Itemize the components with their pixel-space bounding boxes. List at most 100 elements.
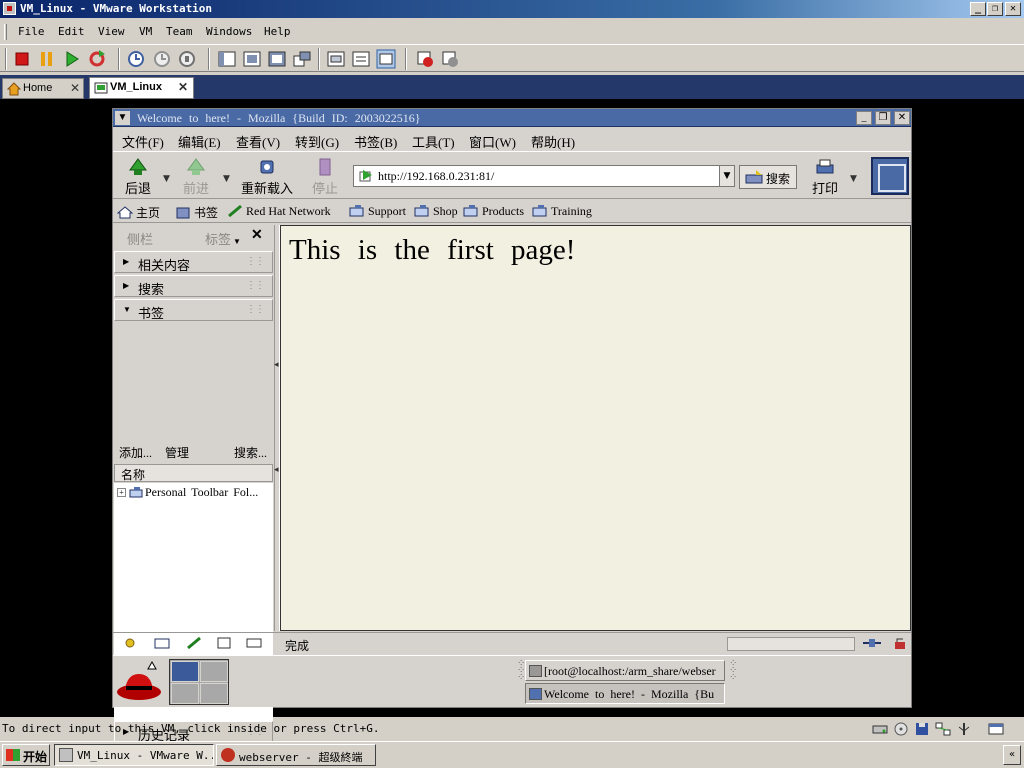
tree-item-personal-toolbar[interactable]: + Personal Toolbar Fol... <box>117 485 258 500</box>
network-connect-icon[interactable] <box>440 49 460 69</box>
restore-icon[interactable]: ❐ <box>987 2 1003 16</box>
menu-team[interactable]: Team <box>166 25 193 38</box>
mozilla-throbber-logo[interactable] <box>871 157 909 195</box>
search-bookmarks-button[interactable]: 搜索... <box>234 444 267 461</box>
task-terminal[interactable]: [root@localhost:/arm_share/webser <box>525 660 725 681</box>
column-header-name[interactable]: 名称 <box>114 464 273 482</box>
menu-file[interactable]: File <box>18 25 45 38</box>
workspace-2[interactable] <box>200 661 228 682</box>
manage-bookmarks-button[interactable]: 管理 <box>165 444 189 461</box>
tab-vm-linux[interactable]: VM_Linux ✕ <box>89 77 194 99</box>
menu-help[interactable]: Help <box>264 25 291 38</box>
menu-view[interactable]: View <box>98 25 125 38</box>
toolbar-link-products[interactable]: Products <box>463 204 524 219</box>
menu-view[interactable]: 查看(V) <box>236 132 280 151</box>
search-button[interactable]: 搜索 <box>739 165 797 189</box>
menu-tools[interactable]: 工具(T) <box>412 132 455 151</box>
toolbar-link-training[interactable]: Training <box>532 204 592 219</box>
menu-window[interactable]: 窗口(W) <box>469 132 516 151</box>
reset-icon[interactable] <box>87 49 107 69</box>
menu-go[interactable]: 转到(G) <box>295 132 339 151</box>
sidebar-tabs-dropdown[interactable]: 标签 ▼ <box>205 229 241 248</box>
sidebar-toggle-icon[interactable] <box>217 49 237 69</box>
menu-edit[interactable]: Edit <box>58 25 85 38</box>
hard-disk-icon[interactable] <box>872 722 888 736</box>
back-button[interactable]: 后退 <box>113 156 163 196</box>
close-sidebar-icon[interactable]: ✕ <box>251 227 263 244</box>
close-icon[interactable]: ✕ <box>894 111 910 125</box>
navigator-icon[interactable] <box>121 636 139 650</box>
expand-icon[interactable]: + <box>117 488 126 497</box>
menu-edit[interactable]: 编辑(E) <box>178 132 221 151</box>
close-tab-icon[interactable]: ✕ <box>178 80 188 94</box>
address-book-icon[interactable] <box>215 636 233 650</box>
toolbar-link-red-hat-network[interactable]: Red Hat Network <box>227 204 331 219</box>
tray-expand-icon[interactable]: « <box>1003 745 1021 765</box>
cd-rom-icon[interactable] <box>893 722 909 736</box>
full-screen-icon[interactable] <box>267 49 287 69</box>
sidebar-section-bookmarks[interactable]: ▼ 书签 ⋮⋮ <box>114 299 273 321</box>
workspace-1[interactable] <box>171 661 199 682</box>
minimize-icon[interactable]: _ <box>970 2 986 16</box>
reload-button[interactable]: 重新载入 <box>239 156 295 196</box>
print-button[interactable]: 打印 <box>803 156 847 196</box>
close-tab-icon[interactable]: ✕ <box>70 81 80 95</box>
suspend-icon[interactable] <box>37 49 57 69</box>
taskbar-hyperterminal[interactable]: webserver - 超级終端 <box>216 744 376 766</box>
maximize-icon[interactable]: ❐ <box>875 111 891 125</box>
workspace-3[interactable] <box>171 683 199 704</box>
page-content[interactable]: This is the first page! <box>280 225 911 631</box>
unity-icon[interactable] <box>292 49 312 69</box>
console-view-icon[interactable] <box>326 49 346 69</box>
url-bar[interactable] <box>353 165 735 187</box>
appliance-view-icon[interactable] <box>376 49 396 69</box>
menu-file[interactable]: 文件(F) <box>122 132 164 151</box>
stop-button[interactable]: 停止 <box>301 156 349 196</box>
forward-button[interactable]: 前进 <box>171 156 221 196</box>
toolbar-link-bookmarks[interactable]: 书签 <box>175 204 218 221</box>
minimize-icon[interactable]: _ <box>856 111 872 125</box>
snapshot-manager-icon[interactable] <box>177 49 197 69</box>
snapshot-icon[interactable] <box>126 49 146 69</box>
toolbar-link-shop[interactable]: Shop <box>414 204 458 219</box>
security-lock-icon[interactable] <box>891 636 909 650</box>
toolbar-link-home[interactable]: 主页 <box>117 204 160 221</box>
taskbar-vmware[interactable]: VM_Linux - VMware W... <box>54 744 214 766</box>
online-status-icon[interactable] <box>863 636 881 650</box>
toolbar-link-support[interactable]: Support <box>349 204 406 219</box>
task-mozilla[interactable]: Welcome to here! - Mozilla {Bu <box>525 683 725 704</box>
usb-icon[interactable] <box>956 722 972 736</box>
vmware-app-icon[interactable] <box>3 2 16 15</box>
composer-icon[interactable] <box>185 636 203 650</box>
floppy-icon[interactable] <box>914 722 930 736</box>
summary-view-icon[interactable] <box>351 49 371 69</box>
workspace-pager[interactable] <box>169 659 229 705</box>
power-on-icon[interactable] <box>62 49 82 69</box>
tab-home[interactable]: Home ✕ <box>2 78 84 99</box>
message-log-icon[interactable] <box>988 722 1004 736</box>
chat-icon[interactable] <box>245 636 263 650</box>
menu-help[interactable]: 帮助(H) <box>531 132 575 151</box>
mozilla-window[interactable]: ▼ Welcome to here! - Mozilla {Build ID: … <box>112 108 912 743</box>
menu-windows[interactable]: Windows <box>206 25 252 38</box>
url-input[interactable] <box>378 168 718 184</box>
network-adapter-icon[interactable] <box>935 722 951 736</box>
window-menu-icon[interactable]: ▼ <box>115 111 130 125</box>
mail-icon[interactable] <box>153 636 171 650</box>
revert-snapshot-icon[interactable] <box>152 49 172 69</box>
add-bookmark-button[interactable]: 添加... <box>119 444 152 461</box>
forward-dropdown-icon[interactable]: ▼ <box>223 174 230 184</box>
print-dropdown-icon[interactable]: ▼ <box>850 174 857 184</box>
sidebar-section-related[interactable]: ▶ 相关内容 ⋮⋮ <box>114 251 273 273</box>
quick-switch-icon[interactable] <box>242 49 262 69</box>
url-history-dropdown-icon[interactable]: ▼ <box>719 165 735 187</box>
mozilla-title-bar[interactable]: ▼ Welcome to here! - Mozilla {Build ID: … <box>113 109 911 127</box>
workspace-4[interactable] <box>200 683 228 704</box>
back-dropdown-icon[interactable]: ▼ <box>163 174 170 184</box>
power-off-icon[interactable] <box>12 49 32 69</box>
red-hat-menu-icon[interactable] <box>115 660 163 704</box>
menu-bookmarks[interactable]: 书签(B) <box>354 132 397 151</box>
network-disconnect-icon[interactable] <box>415 49 435 69</box>
start-button[interactable]: 开始 <box>2 744 50 766</box>
menu-vm[interactable]: VM <box>139 25 152 38</box>
